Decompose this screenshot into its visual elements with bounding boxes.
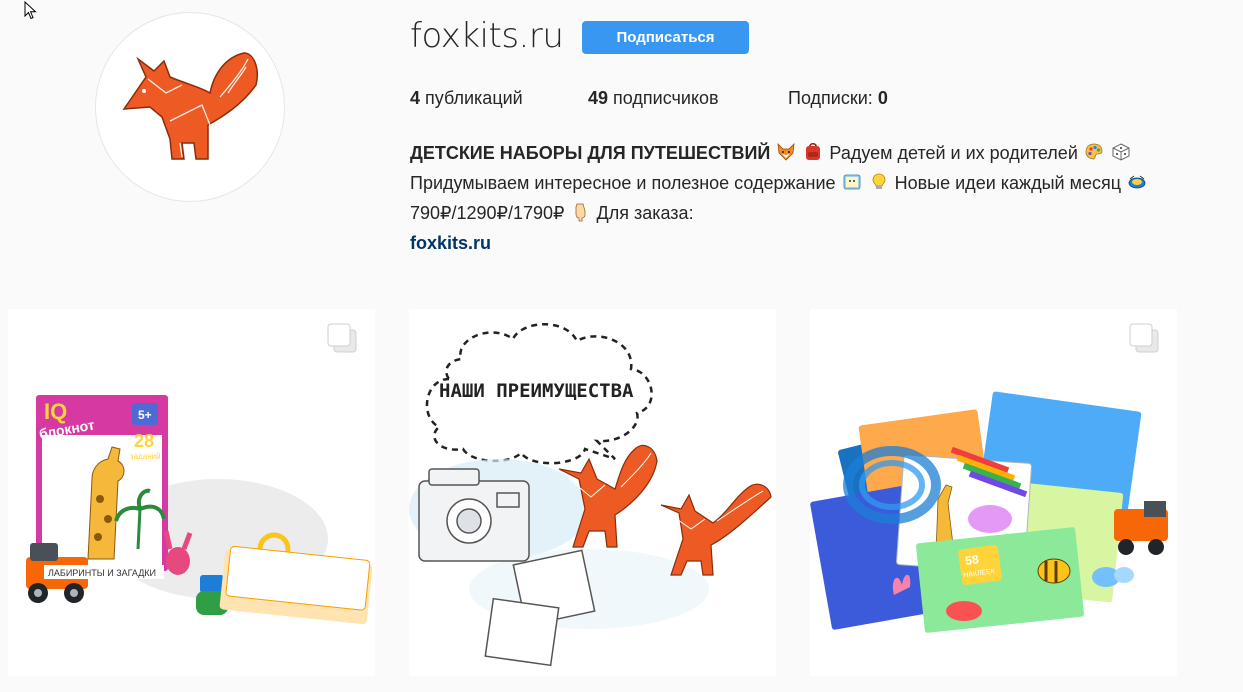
- follow-button[interactable]: Подписаться: [582, 21, 749, 54]
- backpack-emoji-icon: [806, 143, 821, 160]
- fox-logo-icon: [122, 52, 258, 160]
- post-thumbnail-1[interactable]: 5+ IQ блокнот 28 заданий ЛАБИРИНТЫ И ЗАГ…: [8, 309, 375, 676]
- post-2-image: НАШИ ПРЕИМУЩЕСТВА: [409, 309, 776, 676]
- bio-text-1: Радуем детей и их родителей: [829, 143, 1078, 163]
- post-3-image: 58 НАКЛЕЕК: [810, 309, 1177, 676]
- post-1-count-label: заданий: [130, 452, 161, 461]
- post-thumbnail-3[interactable]: 58 НАКЛЕЕК: [810, 309, 1177, 676]
- svg-text:IQ: IQ: [44, 399, 67, 424]
- bio-text-3: Новые идеи каждый месяц: [894, 173, 1122, 193]
- following-label: Подписки:: [788, 88, 873, 108]
- money-emoji-icon: [1128, 175, 1146, 189]
- posts-count: 4: [410, 88, 421, 108]
- posts-label: публикаций: [425, 88, 523, 108]
- fox-emoji-icon: [777, 142, 795, 161]
- bio-text-2: Придумываем интересное и полезное содерж…: [410, 173, 836, 193]
- mouse-cursor-icon: [24, 1, 37, 20]
- followers-stat[interactable]: 49 подписчиков: [588, 88, 719, 109]
- post-1-bottom-text: ЛАБИРИНТЫ И ЗАГАДКИ: [48, 568, 156, 578]
- multiple-photos-icon: [327, 323, 357, 353]
- post-3-sticker-count: 58: [964, 552, 979, 568]
- following-count: 0: [877, 88, 888, 108]
- post-2-cloud-text: НАШИ ПРЕИМУЩЕСТВА: [439, 380, 634, 402]
- bio-text-4: 790₽/1290₽/1790₽: [410, 203, 565, 223]
- notebook-emoji-icon: [843, 174, 860, 190]
- post-1-image: 5+ IQ блокнот 28 заданий ЛАБИРИНТЫ И ЗАГ…: [8, 309, 375, 676]
- lightbulb-emoji-icon: [872, 173, 885, 189]
- post-thumbnail-2[interactable]: НАШИ ПРЕИМУЩЕСТВА: [409, 309, 776, 676]
- profile-username: foxkits.ru: [410, 16, 564, 56]
- bio-name: ДЕТСКИЕ НАБОРЫ ДЛЯ ПУТЕШЕСТВИЙ: [410, 143, 771, 163]
- posts-stat: 4 публикаций: [410, 88, 523, 109]
- dice-emoji-icon: [1112, 143, 1130, 161]
- post-1-count: 28: [134, 431, 154, 451]
- palette-emoji-icon: [1085, 143, 1103, 160]
- profile-avatar[interactable]: [95, 12, 285, 202]
- bio-website-link[interactable]: foxkits.ru: [410, 228, 1190, 258]
- multiple-photos-icon: [1129, 323, 1159, 353]
- followers-count: 49: [588, 88, 609, 108]
- profile-bio: ДЕТСКИЕ НАБОРЫ ДЛЯ ПУТЕШЕСТВИЙ Радуем де…: [410, 138, 1190, 258]
- followers-label: подписчиков: [613, 88, 719, 108]
- post-1-badge: 5+: [138, 408, 152, 422]
- following-stat[interactable]: Подписки: 0: [788, 88, 888, 109]
- pointing-down-emoji-icon: [575, 203, 585, 222]
- bio-text-5: Для заказа:: [596, 203, 694, 223]
